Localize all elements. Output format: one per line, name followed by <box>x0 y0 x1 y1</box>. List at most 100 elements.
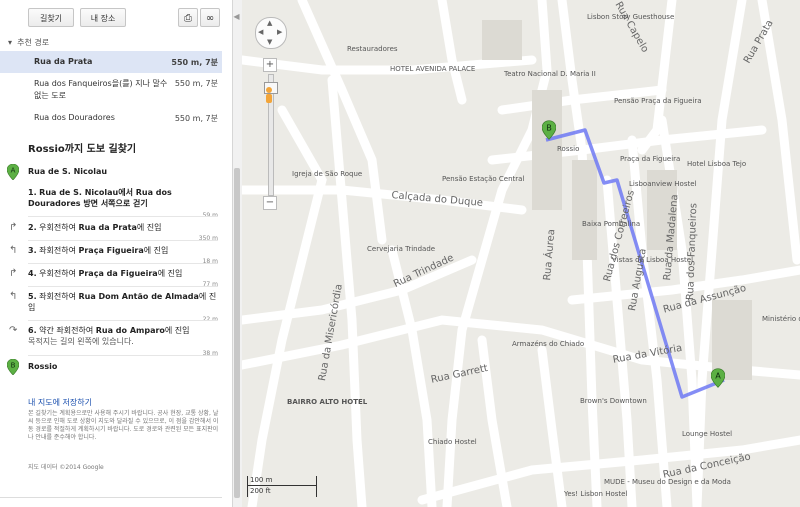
place-label: Brown's Downtown <box>580 397 647 405</box>
route-distance: 550 m, 7분 <box>171 58 218 67</box>
place-label: Ministério da Finanças <box>762 315 800 323</box>
turn-left-icon: ↰ <box>9 291 18 302</box>
route-name: Rua da Prata <box>34 57 93 66</box>
direction-step-3[interactable]: 3. 좌회전하여 Praça Figueira에 진입 <box>28 245 218 256</box>
direction-step-1[interactable]: 1. Rua de S. Nicolau에서 Rua dos Douradore… <box>28 187 218 209</box>
place-label: Chiado Hostel <box>428 438 477 446</box>
route-distance: 550 m, 7분 <box>174 79 218 88</box>
print-button[interactable]: ⎙ <box>178 8 198 27</box>
route-option-3[interactable]: Rua dos Douradores 550 m, 7분 <box>34 113 220 123</box>
scale-line <box>248 485 316 486</box>
place-label: Pensão Praça da Figueira <box>614 97 702 105</box>
pan-left-icon[interactable]: ◀ <box>258 28 263 36</box>
turn-left-icon: ↰ <box>9 245 18 256</box>
place-label: Armazéns do Chiado <box>512 340 585 348</box>
step-text-suffix: 에 진입 <box>143 246 169 255</box>
step-street: Praça da Figueira <box>78 269 158 278</box>
scale-feet: 200 ft <box>250 487 271 495</box>
place-label: Rossio <box>557 145 580 153</box>
collapse-panel-icon[interactable]: ◀ <box>232 10 241 24</box>
step-divider <box>28 286 218 287</box>
route-name: Rua dos Fanqueiros을(를) 지나 말수 없는 도로 <box>34 79 168 100</box>
direction-step-6[interactable]: 6. 약간 좌회전하여 Rua do Amparo에 진입목적지는 길의 왼쪽에… <box>28 325 218 347</box>
step-number: 4. <box>28 269 37 278</box>
step-text: 좌회전하여 <box>39 292 79 301</box>
start-marker-icon: A <box>7 164 19 180</box>
directions-panel: 길찾기 내 장소 ⎙ ∞ ▾ 추천 경로 Rua da Prata 550 m,… <box>0 0 232 507</box>
start-location: Rua de S. Nicolau <box>28 167 108 176</box>
step-divider <box>28 355 218 356</box>
route-option-1[interactable]: Rua da Prata 550 m, 7분 <box>34 57 220 67</box>
step-text-suffix: 에 진입 <box>164 326 190 335</box>
step-text-suffix: 에 진입 <box>157 269 183 278</box>
my-places-button[interactable]: 내 장소 <box>80 8 126 27</box>
step-number: 1. <box>28 188 37 197</box>
direction-step-5[interactable]: 5. 좌회전하여 Rua Dom Antão de Almada에 진입 <box>28 291 218 313</box>
routes-header-label: 추천 경로 <box>17 38 50 47</box>
place-label: Cervejaria Trindade <box>367 245 436 253</box>
step-text: 우회전하여 <box>39 223 79 232</box>
pan-right-icon[interactable]: ▶ <box>277 28 282 36</box>
disclaimer-text: 본 길찾기는 계획용으로만 사용해 주시기 바랍니다. 공사 현장, 교통 상황… <box>28 410 219 441</box>
step-street: Rua do Amparo <box>95 326 165 335</box>
step-number: 6. <box>28 326 37 335</box>
routes-header[interactable]: ▾ 추천 경로 <box>8 37 49 48</box>
svg-text:A: A <box>11 167 16 175</box>
place-label: Yes! Lisbon Hostel <box>564 490 628 498</box>
place-label: HOTEL AVENIDA PALACE <box>390 65 476 73</box>
direction-step-4[interactable]: 4. 우회전하여 Praça da Figueira에 진입 <box>28 268 218 279</box>
turn-right-icon: ↱ <box>9 268 18 279</box>
link-button[interactable]: ∞ <box>200 8 220 27</box>
place-label: Restauradores <box>347 45 398 53</box>
place-label: BAIRRO ALTO HOTEL <box>287 398 368 406</box>
scale-bar: 100 m 200 ft <box>247 476 317 497</box>
svg-text:B: B <box>546 123 552 133</box>
route-name: Rua dos Douradores <box>34 113 115 122</box>
step-note: 목적지는 길의 왼쪽에 있습니다. <box>28 337 134 346</box>
turn-right-icon: ↱ <box>9 222 18 233</box>
step-divider <box>28 216 218 217</box>
step-number: 2. <box>28 223 37 232</box>
step-number: 5. <box>28 292 37 301</box>
step-text: 약간 좌회전하여 <box>39 326 96 335</box>
zoom-out-button[interactable]: − <box>263 196 277 210</box>
route-distance: 550 m, 7분 <box>174 114 218 123</box>
scrollbar-thumb[interactable] <box>234 168 240 498</box>
place-label: Igreja de São Roque <box>292 170 363 178</box>
step-divider <box>28 320 218 321</box>
place-label: Vistas de Lisboa Hostel <box>612 256 694 264</box>
zoom-in-button[interactable]: + <box>263 58 277 72</box>
pan-control[interactable]: ▲ ▼ ◀ ▶ <box>255 17 287 49</box>
directions-button[interactable]: 길찾기 <box>28 8 74 27</box>
marker-a-icon[interactable]: A <box>711 368 725 388</box>
map-canvas[interactable]: Rua da Madalena Rua dos Fanqueiros Rua d… <box>242 0 800 507</box>
step-divider <box>28 240 218 241</box>
route-option-2[interactable]: Rua dos Fanqueiros을(를) 지나 말수 없는 도로 550 m… <box>34 78 220 102</box>
place-label: Praça da Figueira <box>620 155 681 163</box>
map-data-attribution: 지도 데이터 ©2014 Google <box>28 464 104 471</box>
place-label: Lisbon Story Guesthouse <box>587 13 675 21</box>
place-label: Pensão Estação Central <box>442 175 525 183</box>
place-label: Hotel Lisboa Tejo <box>687 160 747 168</box>
step-number: 3. <box>28 246 37 255</box>
directions-title: Rossio까지 도보 길찾기 <box>28 144 137 155</box>
direction-step-2[interactable]: 2. 우회전하여 Rua da Prata에 진입 <box>28 222 218 233</box>
step-divider <box>28 263 218 264</box>
place-label: MUDE - Museu do Design e da Moda <box>604 478 731 486</box>
end-location: Rossio <box>28 362 58 371</box>
step-text: 좌회전하여 <box>39 246 79 255</box>
step-text: Rua de S. Nicolau에서 Rua dos Douradores 방… <box>28 188 172 208</box>
pegman-icon[interactable] <box>263 86 275 108</box>
svg-text:A: A <box>715 371 721 381</box>
step-text: 우회전하여 <box>39 269 79 278</box>
step-text-suffix: 에 진입 <box>136 223 162 232</box>
print-icon: ⎙ <box>184 13 192 24</box>
collapse-triangle-icon: ▾ <box>8 38 13 47</box>
save-to-my-maps-link[interactable]: 내 지도에 저장하기 <box>28 397 92 408</box>
end-marker-icon: B <box>7 359 19 375</box>
pan-up-icon[interactable]: ▲ <box>267 19 272 27</box>
step-street: Rua Dom Antão de Almada <box>78 292 199 301</box>
marker-b-icon[interactable]: B <box>542 120 556 140</box>
pan-down-icon[interactable]: ▼ <box>267 38 272 46</box>
step-street: Rua da Prata <box>78 223 137 232</box>
